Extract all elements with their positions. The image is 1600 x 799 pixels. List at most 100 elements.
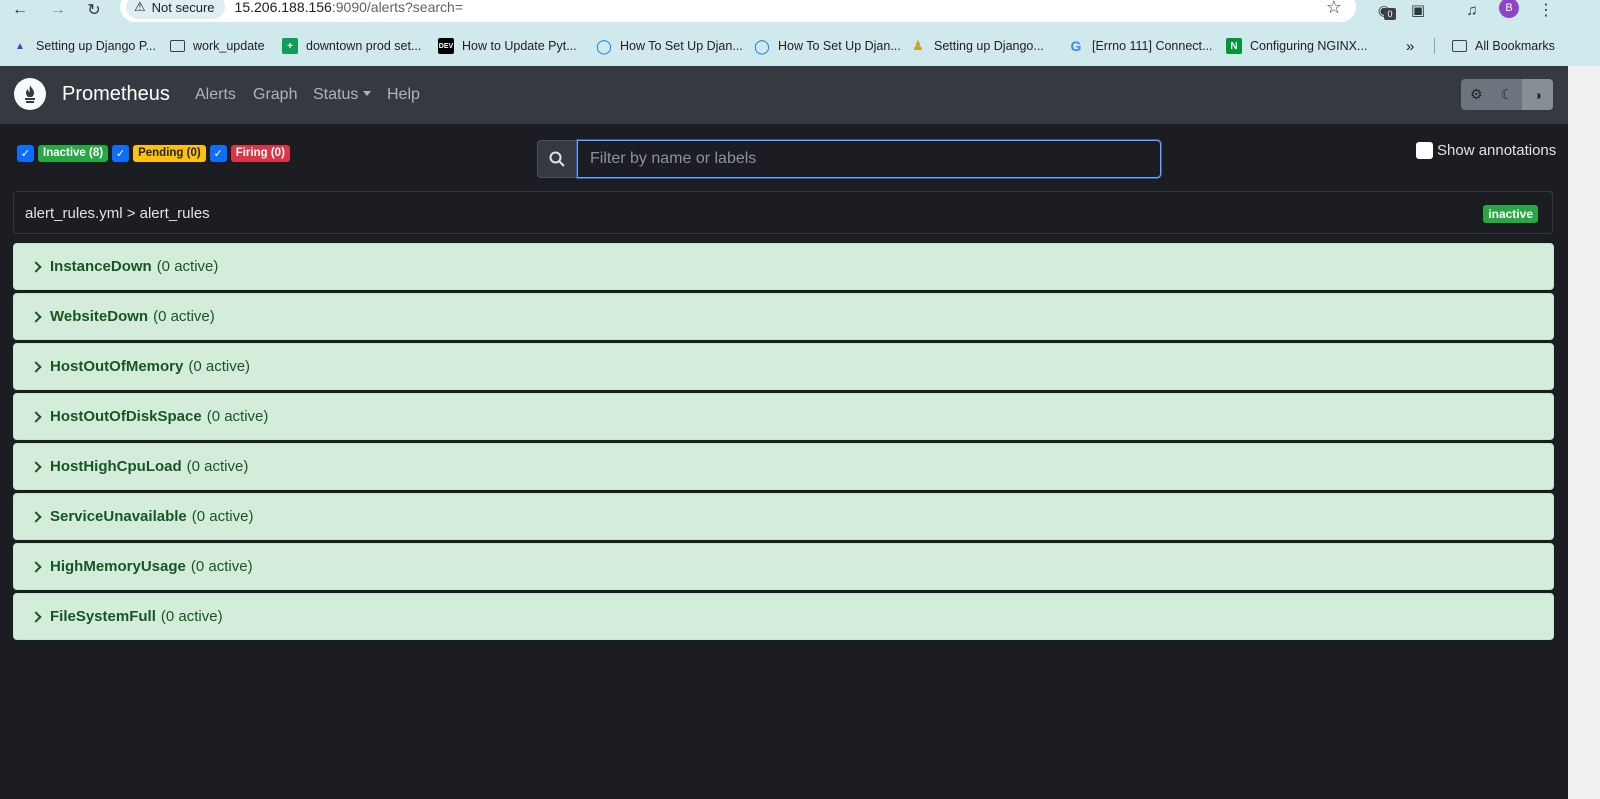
- pending-badge: Pending (0): [133, 144, 206, 162]
- bookmark-star-icon[interactable]: ☆: [1326, 0, 1342, 18]
- rule-group-state-badge: inactive: [1483, 205, 1538, 223]
- alert-rule-row[interactable]: ServiceUnavailable (0 active): [13, 493, 1554, 540]
- state-filters: ✓ Inactive (8) ✓ Pending (0) ✓ Firing (0…: [17, 144, 294, 162]
- contrast-icon[interactable]: ◑: [1522, 79, 1553, 110]
- nav-status[interactable]: Status: [313, 86, 372, 104]
- alert-rule-row[interactable]: WebsiteDown (0 active): [13, 293, 1554, 340]
- chevron-right-icon: [30, 510, 42, 523]
- nav-help[interactable]: Help: [387, 86, 420, 104]
- bookmark-label: How To Set Up Djan...: [778, 39, 901, 53]
- alert-rule-row[interactable]: HighMemoryUsage (0 active): [13, 543, 1554, 590]
- alert-rule-row[interactable]: FileSystemFull (0 active): [13, 593, 1554, 640]
- alert-rule-row[interactable]: InstanceDown (0 active): [13, 243, 1554, 290]
- chevron-right-icon: [30, 360, 42, 373]
- alert-rule-row[interactable]: HostOutOfMemory (0 active): [13, 343, 1554, 390]
- extensions-puzzle-icon[interactable]: ▣: [1406, 0, 1430, 20]
- bookmark-item[interactable]: N Configuring NGINX...: [1226, 33, 1367, 59]
- bookmark-label: [Errno 111] Connect...: [1092, 39, 1213, 53]
- theme-toggle: ⚙ ☾ ◑: [1461, 79, 1553, 110]
- url-text[interactable]: 15.206.188.156:9090/alerts?search=: [235, 0, 463, 15]
- warning-icon: ⚠: [134, 0, 146, 14]
- bookmark-label: All Bookmarks: [1475, 39, 1555, 53]
- search-group: [537, 140, 1161, 178]
- bookmark-item[interactable]: ▲ Setting up Django P...: [12, 33, 156, 59]
- rule-group-header: alert_rules.yml > alert_rules inactive: [13, 191, 1553, 234]
- bookmark-item[interactable]: + downtown prod set...: [282, 33, 421, 59]
- nginx-icon: N: [1226, 38, 1242, 54]
- digitalocean-icon: ◯: [596, 37, 612, 54]
- digitalocean-icon: ◯: [754, 37, 770, 54]
- rule-name: ServiceUnavailable: [50, 508, 187, 525]
- alert-rules-list: InstanceDown (0 active) WebsiteDown (0 act…: [13, 243, 1554, 643]
- bookmark-label: How to Update Pyt...: [462, 39, 577, 53]
- rule-name: HostHighCpuLoad: [50, 458, 182, 475]
- python-icon: ♟: [912, 38, 924, 53]
- folder-icon: [170, 40, 185, 52]
- chevron-right-icon: [30, 410, 42, 423]
- nav-alerts[interactable]: Alerts: [195, 86, 236, 104]
- rule-name: HostOutOfDiskSpace: [50, 408, 202, 425]
- app-navbar: Prometheus Alerts Graph Status Help ⚙ ☾ …: [0, 66, 1568, 124]
- nav-graph[interactable]: Graph: [253, 86, 297, 104]
- more-bookmarks-icon[interactable]: »: [1406, 33, 1414, 59]
- back-icon[interactable]: ←: [6, 0, 34, 20]
- alert-rule-row[interactable]: HostOutOfDiskSpace (0 active): [13, 393, 1554, 440]
- rule-active-count: (0 active): [206, 408, 269, 425]
- brand-title[interactable]: Prometheus: [62, 83, 170, 106]
- chevron-right-icon: [30, 460, 42, 473]
- chevron-right-icon: [30, 260, 42, 273]
- bookmark-label: Setting up Django P...: [36, 39, 156, 53]
- browser-menu-icon[interactable]: ⋮: [1536, 0, 1556, 20]
- bookmark-label: downtown prod set...: [306, 39, 422, 53]
- show-annotations-toggle[interactable]: Show annotations: [1416, 142, 1556, 159]
- google-icon: G: [1070, 38, 1082, 54]
- sheets-icon: +: [282, 38, 298, 54]
- nav-status-label: Status: [313, 86, 359, 103]
- bookmark-label: Setting up Django...: [934, 39, 1044, 53]
- flame-icon: [25, 85, 35, 103]
- rule-name: WebsiteDown: [50, 308, 149, 325]
- pending-checkbox[interactable]: ✓: [112, 144, 130, 162]
- bookmark-label: work_update: [193, 39, 265, 53]
- sun-icon[interactable]: ⚙: [1461, 79, 1492, 110]
- bookmark-label: How To Set Up Djan...: [620, 39, 743, 53]
- chevron-right-icon: [30, 610, 42, 623]
- browser-chrome: ← → ↻ ⚠ Not secure 15.206.188.156:9090/a…: [0, 0, 1600, 66]
- chevron-right-icon: [30, 560, 42, 573]
- bookmark-item[interactable]: ♟ Setting up Django...: [910, 33, 1044, 59]
- bookmark-label: Configuring NGINX...: [1250, 39, 1368, 53]
- security-label: Not secure: [151, 0, 215, 15]
- forward-icon[interactable]: →: [44, 0, 72, 20]
- show-annotations-checkbox[interactable]: [1416, 142, 1433, 159]
- rule-active-count: (0 active): [191, 508, 254, 525]
- rule-group-title: alert_rules.yml > alert_rules: [25, 205, 210, 222]
- address-bar[interactable]: ⚠ Not secure 15.206.188.156:9090/alerts?…: [120, 0, 1356, 22]
- rule-name: FileSystemFull: [50, 608, 156, 625]
- bookmark-folder[interactable]: work_update: [170, 33, 265, 59]
- bookmark-item[interactable]: ◯ How To Set Up Djan...: [754, 33, 901, 59]
- alert-rule-row[interactable]: HostHighCpuLoad (0 active): [13, 443, 1554, 490]
- rule-active-count: (0 active): [153, 308, 215, 325]
- bookmark-item[interactable]: G [Errno 111] Connect...: [1068, 33, 1213, 59]
- rule-name: HighMemoryUsage: [50, 558, 186, 575]
- rule-active-count: (0 active): [188, 358, 251, 375]
- security-chip[interactable]: ⚠ Not secure: [126, 0, 225, 19]
- reload-icon[interactable]: ↻: [80, 0, 108, 20]
- page-scrollbar[interactable]: [1568, 66, 1600, 799]
- inactive-checkbox[interactable]: ✓: [17, 144, 34, 162]
- folder-icon: [1452, 40, 1467, 52]
- bookmark-item[interactable]: ◯ How To Set Up Djan...: [596, 33, 743, 59]
- firing-checkbox[interactable]: ✓: [209, 144, 227, 162]
- url-path: :9090/alerts?search=: [331, 0, 463, 15]
- bookmark-item[interactable]: DEV How to Update Pyt...: [438, 33, 577, 59]
- media-control-icon[interactable]: ♫: [1460, 0, 1484, 20]
- search-input[interactable]: [577, 140, 1161, 178]
- show-annotations-label: Show annotations: [1437, 142, 1557, 159]
- url-host: 15.206.188.156: [234, 0, 332, 15]
- prometheus-logo-icon[interactable]: [14, 78, 46, 110]
- chevron-right-icon: [30, 310, 42, 323]
- rule-active-count: (0 active): [190, 558, 253, 575]
- profile-avatar[interactable]: B: [1499, 0, 1519, 18]
- all-bookmarks-folder[interactable]: All Bookmarks: [1452, 33, 1555, 59]
- moon-icon[interactable]: ☾: [1492, 79, 1523, 110]
